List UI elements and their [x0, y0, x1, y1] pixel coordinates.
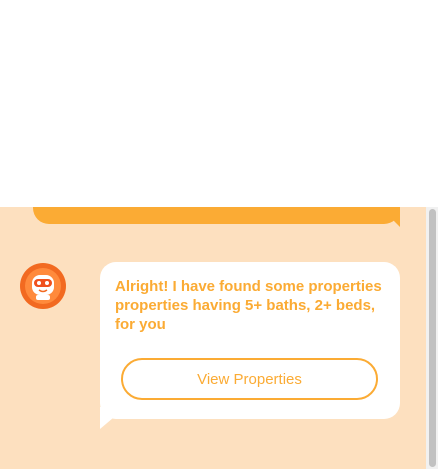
bot-message-bubble: Alright! I have found some properties pr… — [100, 262, 400, 419]
scrollbar-thumb[interactable] — [429, 209, 436, 467]
previous-user-message-bubble — [33, 207, 400, 224]
robot-icon — [21, 264, 65, 308]
chat-widget: Alright! I have found some properties pr… — [0, 0, 438, 469]
chat-messages-panel[interactable]: Alright! I have found some properties pr… — [0, 207, 426, 469]
bot-message-text: Alright! I have found some properties pr… — [115, 278, 382, 333]
view-properties-button[interactable]: View Properties — [121, 358, 378, 400]
bot-avatar — [20, 263, 66, 309]
